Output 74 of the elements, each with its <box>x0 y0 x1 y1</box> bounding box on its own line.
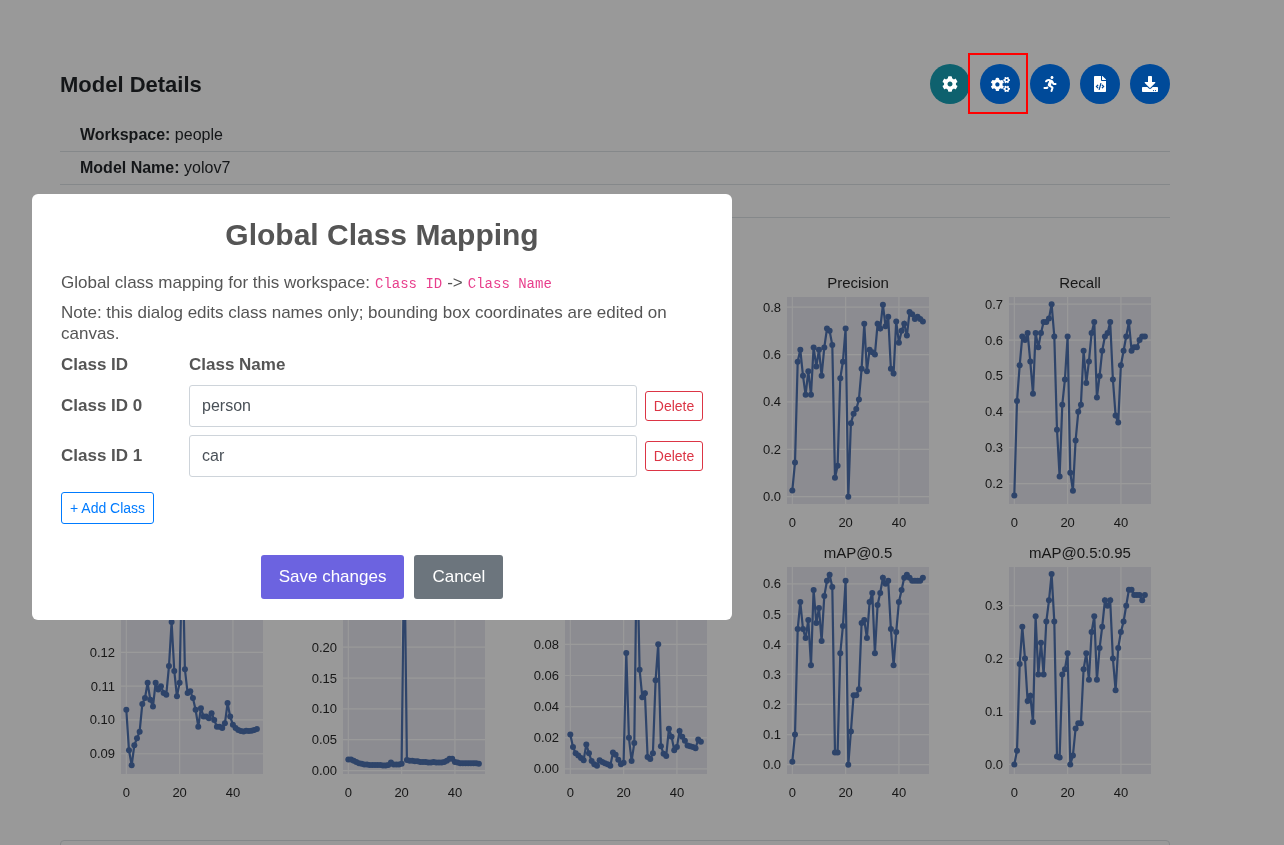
axis-tick-label: 0.3 <box>984 440 1003 456</box>
axis-tick-label: 0.10 <box>89 712 115 728</box>
column-header: Class Name <box>189 354 286 377</box>
axis-tick-label: 0 <box>788 515 796 530</box>
info-text: Workspace: people <box>80 125 223 145</box>
axis-tick-label: 0.6 <box>984 332 1003 348</box>
description-text: Global class mapping for this workspace: <box>61 272 370 294</box>
class-id-label: Class ID 1 <box>61 445 144 468</box>
axis-tick-label: 0 <box>344 785 352 800</box>
axis-tick-label: 0.04 <box>533 699 559 715</box>
axis-tick-label: 40 <box>669 785 685 800</box>
axis-tick-label: 40 <box>225 785 241 800</box>
axis-tick-label: 20 <box>394 785 409 800</box>
axis-tick-label: 0.10 <box>311 701 337 717</box>
dialog-title: Global Class Mapping <box>224 217 540 253</box>
axis-tick-label: 0.05 <box>311 732 337 748</box>
column-header: Class ID <box>61 354 130 377</box>
axis-tick-label: 20 <box>1060 785 1075 800</box>
axis-tick-label: 20 <box>616 785 631 800</box>
axis-tick-label: 0.2 <box>762 441 781 457</box>
axis-tick-label: 0.8 <box>762 299 781 315</box>
axis-tick-label: 0.00 <box>311 763 337 779</box>
axis-tick-label: 20 <box>1060 515 1075 530</box>
page-title: Model Details <box>60 70 202 99</box>
axis-tick-label: 20 <box>838 515 853 530</box>
axis-tick-label: 0.4 <box>762 394 781 410</box>
axis-tick-label: 0.1 <box>984 704 1003 720</box>
axis-tick-label: 0.2 <box>762 696 781 712</box>
chart-title: Recall <box>1059 274 1101 291</box>
arrow-text: -> <box>447 272 463 294</box>
chart-title: mAP@0.5:0.95 <box>1029 544 1131 561</box>
axis-tick-label: 0.0 <box>762 489 781 505</box>
axis-tick-label: 0.11 <box>90 678 115 694</box>
axis-tick-label: 0.0 <box>762 757 781 773</box>
axis-tick-label: 0.7 <box>984 296 1003 312</box>
axis-tick-label: 0.5 <box>762 606 781 622</box>
axis-tick-label: 0.09 <box>89 746 115 762</box>
code-text: Class Name <box>467 275 552 294</box>
axis-tick-label: 20 <box>838 785 853 800</box>
axis-tick-label: 0.00 <box>533 761 559 777</box>
axis-tick-label: 0.0 <box>984 756 1003 772</box>
axis-tick-label: 0.02 <box>533 730 559 746</box>
axis-tick-label: 0.6 <box>762 347 781 363</box>
axis-tick-label: 40 <box>447 785 463 800</box>
chart-title: mAP@0.5 <box>823 544 893 561</box>
axis-tick-label: 40 <box>1113 785 1129 800</box>
axis-tick-label: 0.3 <box>762 666 781 682</box>
axis-tick-label: 0 <box>1010 785 1018 800</box>
axis-tick-label: 0.20 <box>311 639 337 655</box>
axis-tick-label: 40 <box>891 785 907 800</box>
axis-tick-label: 0.2 <box>984 651 1003 667</box>
axis-tick-label: 0 <box>122 785 130 800</box>
axis-tick-label: 0.6 <box>762 576 781 592</box>
class-id-label: Class ID 0 <box>61 395 144 418</box>
chart-title: Precision <box>827 274 889 291</box>
axis-tick-label: 0.2 <box>984 476 1003 492</box>
axis-tick-label: 0.5 <box>984 368 1003 384</box>
axis-tick-label: 0.12 <box>89 644 115 660</box>
code-text: Class ID <box>375 275 443 294</box>
axis-tick-label: 0.1 <box>762 727 781 743</box>
axis-tick-label: 0.15 <box>311 670 337 686</box>
axis-tick-label: 0.4 <box>762 636 781 652</box>
axis-tick-label: 0 <box>788 785 796 800</box>
axis-tick-label: 0 <box>1010 515 1018 530</box>
axis-tick-label: 0.08 <box>533 636 559 652</box>
note-text: Note: this dialog edits class names only; bounding box coordinates are edited on canvas. <box>61 302 668 344</box>
axis-tick-label: 40 <box>891 515 907 530</box>
axis-tick-label: 0 <box>566 785 574 800</box>
axis-tick-label: 0.06 <box>533 668 559 683</box>
axis-tick-label: 0.4 <box>984 404 1003 420</box>
axis-tick-label: 40 <box>1113 515 1129 530</box>
axis-tick-label: 20 <box>172 785 187 800</box>
axis-tick-label: 0.3 <box>984 598 1003 614</box>
info-text: Model Name: yolov7 <box>80 158 231 178</box>
